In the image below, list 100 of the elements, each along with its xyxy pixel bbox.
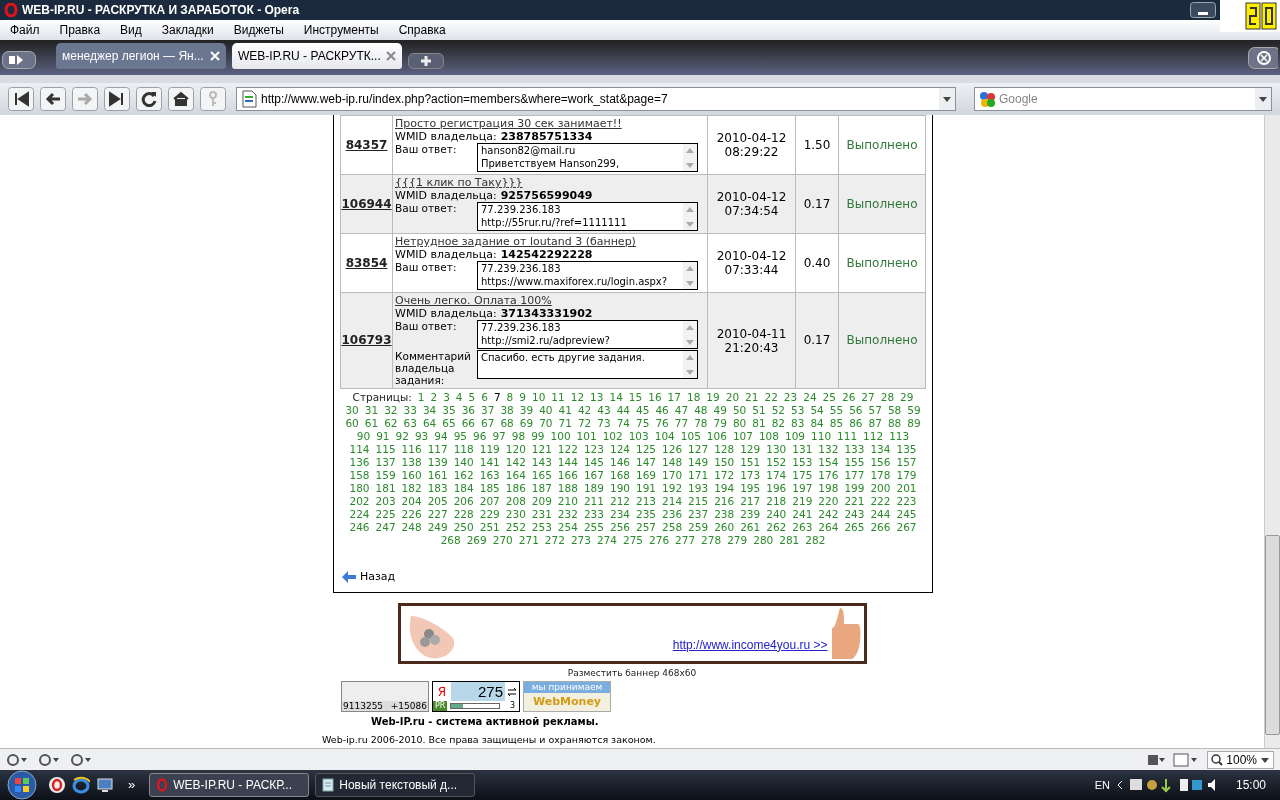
page-link[interactable]: 202 <box>349 495 370 508</box>
page-link[interactable]: 98 <box>511 430 526 443</box>
page-link[interactable]: 24 <box>803 391 817 404</box>
page-link[interactable]: 134 <box>870 443 891 456</box>
menu-item[interactable]: Инструменты <box>293 21 389 39</box>
page-link[interactable]: 58 <box>887 404 902 417</box>
page-link[interactable]: 11 <box>551 391 565 404</box>
page-link[interactable]: 214 <box>662 495 683 508</box>
menu-item[interactable]: Вид <box>110 21 152 39</box>
page-link[interactable]: 68 <box>500 417 514 430</box>
page-link[interactable]: 169 <box>636 469 657 482</box>
page-link[interactable]: 79 <box>713 417 727 430</box>
page-link[interactable]: 55 <box>829 404 844 417</box>
page-link[interactable]: 13 <box>590 391 604 404</box>
new-tab-icon[interactable] <box>408 53 444 69</box>
page-link[interactable]: 127 <box>688 443 709 456</box>
page-link[interactable]: 44 <box>616 404 630 417</box>
page-link[interactable]: 136 <box>349 456 370 469</box>
page-link[interactable]: 117 <box>427 443 448 456</box>
page-link[interactable]: 48 <box>694 404 708 417</box>
page-link[interactable]: 97 <box>492 430 506 443</box>
page-link[interactable]: 273 <box>570 534 591 547</box>
page-link[interactable]: 152 <box>766 456 787 469</box>
page-link[interactable]: 113 <box>889 430 910 443</box>
page-link[interactable]: 80 <box>732 417 747 430</box>
page-link[interactable]: 88 <box>887 417 902 430</box>
fast-forward-icon[interactable] <box>104 87 130 111</box>
page-link[interactable]: 230 <box>505 508 526 521</box>
page-link[interactable]: 92 <box>395 430 409 443</box>
page-link[interactable]: 168 <box>609 469 630 482</box>
page-link[interactable]: 124 <box>609 443 630 456</box>
page-link[interactable]: 187 <box>531 482 552 495</box>
opera-logo-icon[interactable] <box>48 776 66 794</box>
page-link[interactable]: 60 <box>345 417 359 430</box>
page-link[interactable]: 193 <box>688 482 709 495</box>
page-link[interactable]: 31 <box>364 404 379 417</box>
page-link[interactable]: 53 <box>791 404 805 417</box>
page-link[interactable]: 37 <box>481 404 495 417</box>
page-link[interactable]: 247 <box>375 521 396 534</box>
page-link[interactable]: 91 <box>376 430 390 443</box>
page-link[interactable]: 96 <box>473 430 487 443</box>
address-field[interactable]: http://www.web-ip.ru/index.php?action=members&where=work_stat&page=7 <box>236 87 956 111</box>
page-link[interactable]: 5 <box>468 391 476 404</box>
minimize-icon[interactable] <box>1190 2 1216 18</box>
page-link[interactable]: 114 <box>349 443 370 456</box>
page-link[interactable]: 14 <box>609 391 623 404</box>
page-link[interactable]: 226 <box>401 508 422 521</box>
page-link[interactable]: 209 <box>531 495 552 508</box>
page-link[interactable]: 248 <box>401 521 422 534</box>
page-link[interactable]: 34 <box>422 404 437 417</box>
page-link[interactable]: 26 <box>841 391 856 404</box>
page-link[interactable]: 108 <box>758 430 779 443</box>
page-link[interactable]: 8 <box>506 391 514 404</box>
page-link[interactable]: 190 <box>609 482 630 495</box>
page-link[interactable]: 39 <box>519 404 534 417</box>
rewind-icon[interactable] <box>8 87 34 111</box>
page-link[interactable]: 278 <box>701 534 722 547</box>
scrollbar-icon[interactable] <box>683 321 697 348</box>
page-link[interactable]: 131 <box>792 443 813 456</box>
page-link[interactable]: 110 <box>811 430 832 443</box>
page-link[interactable]: 27 <box>861 391 875 404</box>
page-link[interactable]: 196 <box>766 482 787 495</box>
page-link[interactable]: 133 <box>844 443 865 456</box>
page-link[interactable]: 76 <box>655 417 669 430</box>
menu-item[interactable]: Виджеты <box>223 21 294 39</box>
page-link[interactable]: 254 <box>557 521 578 534</box>
scrollbar-thumb[interactable] <box>1265 535 1280 735</box>
page-link[interactable]: 205 <box>427 495 448 508</box>
page-link[interactable]: 239 <box>740 508 761 521</box>
page-link[interactable]: 203 <box>375 495 396 508</box>
page-link[interactable]: 155 <box>844 456 865 469</box>
page-link[interactable]: 154 <box>818 456 839 469</box>
page-link[interactable]: 229 <box>479 508 500 521</box>
page-link[interactable]: 46 <box>655 404 669 417</box>
page-link[interactable]: 170 <box>662 469 683 482</box>
banner-link[interactable]: http://www.income4you.ru >> <box>672 635 828 654</box>
page-link[interactable]: 70 <box>539 417 553 430</box>
task-title-link[interactable]: {{{1 клик по Таку}}} <box>395 176 705 189</box>
page-link[interactable]: 148 <box>662 456 683 469</box>
page-link[interactable]: 243 <box>844 508 865 521</box>
page-link[interactable]: 161 <box>427 469 448 482</box>
page-link[interactable]: 235 <box>636 508 657 521</box>
page-link[interactable]: 7 <box>493 391 501 404</box>
webmoney-badge[interactable]: мы принимаем WebMoney <box>523 681 611 712</box>
page-link[interactable]: 71 <box>558 417 572 430</box>
close-icon[interactable] <box>386 51 396 61</box>
page-link[interactable]: 123 <box>583 443 604 456</box>
page-link[interactable]: 6 <box>481 391 488 404</box>
page-link[interactable]: 150 <box>714 456 735 469</box>
search-box[interactable]: Google <box>974 87 1272 111</box>
page-link[interactable]: 151 <box>740 456 761 469</box>
page-link[interactable]: 233 <box>583 508 604 521</box>
page-link[interactable]: 228 <box>453 508 474 521</box>
page-link[interactable]: 220 <box>818 495 839 508</box>
page-link[interactable]: 147 <box>636 456 657 469</box>
page-link[interactable]: 232 <box>557 508 578 521</box>
page-link[interactable]: 180 <box>349 482 370 495</box>
page-link[interactable]: 132 <box>818 443 839 456</box>
page-link[interactable]: 112 <box>863 430 884 443</box>
page-link[interactable]: 99 <box>531 430 545 443</box>
